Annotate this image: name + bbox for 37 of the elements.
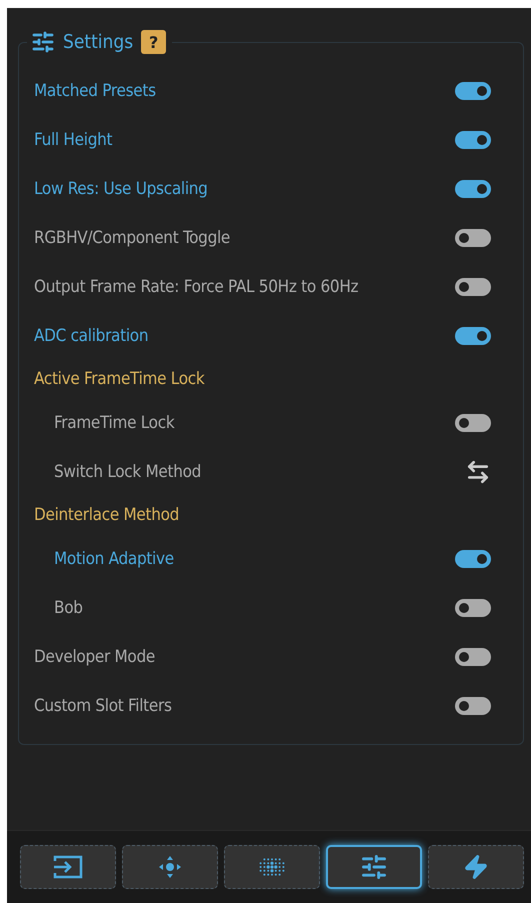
setting-label: FrameTime Lock [54,412,174,432]
section-heading: Deinterlace Method [34,505,180,525]
section-heading: Active FrameTime Lock [34,369,204,389]
setting-label: Output Frame Rate: Force PAL 50Hz to 60Hz [34,276,358,296]
setting-label: Custom Slot Filters [34,696,172,716]
nav-tab[interactable] [122,845,218,889]
setting-label: Full Height [34,130,112,150]
toggle-switch[interactable] [455,278,491,296]
nav-tab[interactable] [428,845,524,889]
setting-label: ADC calibration [34,326,148,346]
setting-label: Low Res: Use Upscaling [34,178,208,198]
toggle-switch[interactable] [455,326,491,344]
lightning-icon [463,854,489,880]
toggle-switch[interactable] [455,696,491,714]
toggle-switch[interactable] [455,130,491,148]
setting-label: Motion Adaptive [54,548,174,568]
swap-icon[interactable] [465,458,491,484]
nav-tab[interactable] [326,845,422,889]
toggle-switch[interactable] [455,598,491,616]
toggle-switch[interactable] [455,228,491,246]
toggle-switch[interactable] [455,82,491,100]
setting-label: Matched Presets [34,80,156,100]
settings-icon [360,853,388,881]
input-icon [52,854,84,880]
toggle-switch[interactable] [455,648,491,666]
setting-label: Developer Mode [34,646,156,666]
toggle-switch[interactable] [455,550,491,568]
toggle-switch[interactable] [455,414,491,432]
help-button[interactable]: ? [141,30,166,54]
setting-label: Bob [54,598,83,618]
nav-tab[interactable] [20,845,116,889]
setting-label: RGBHV/Component Toggle [34,228,230,248]
nav-tab[interactable] [224,845,320,889]
setting-label: Switch Lock Method [54,462,202,482]
settings-icon [31,30,55,54]
panel-title: Settings [63,31,134,53]
toggle-switch[interactable] [455,180,491,198]
